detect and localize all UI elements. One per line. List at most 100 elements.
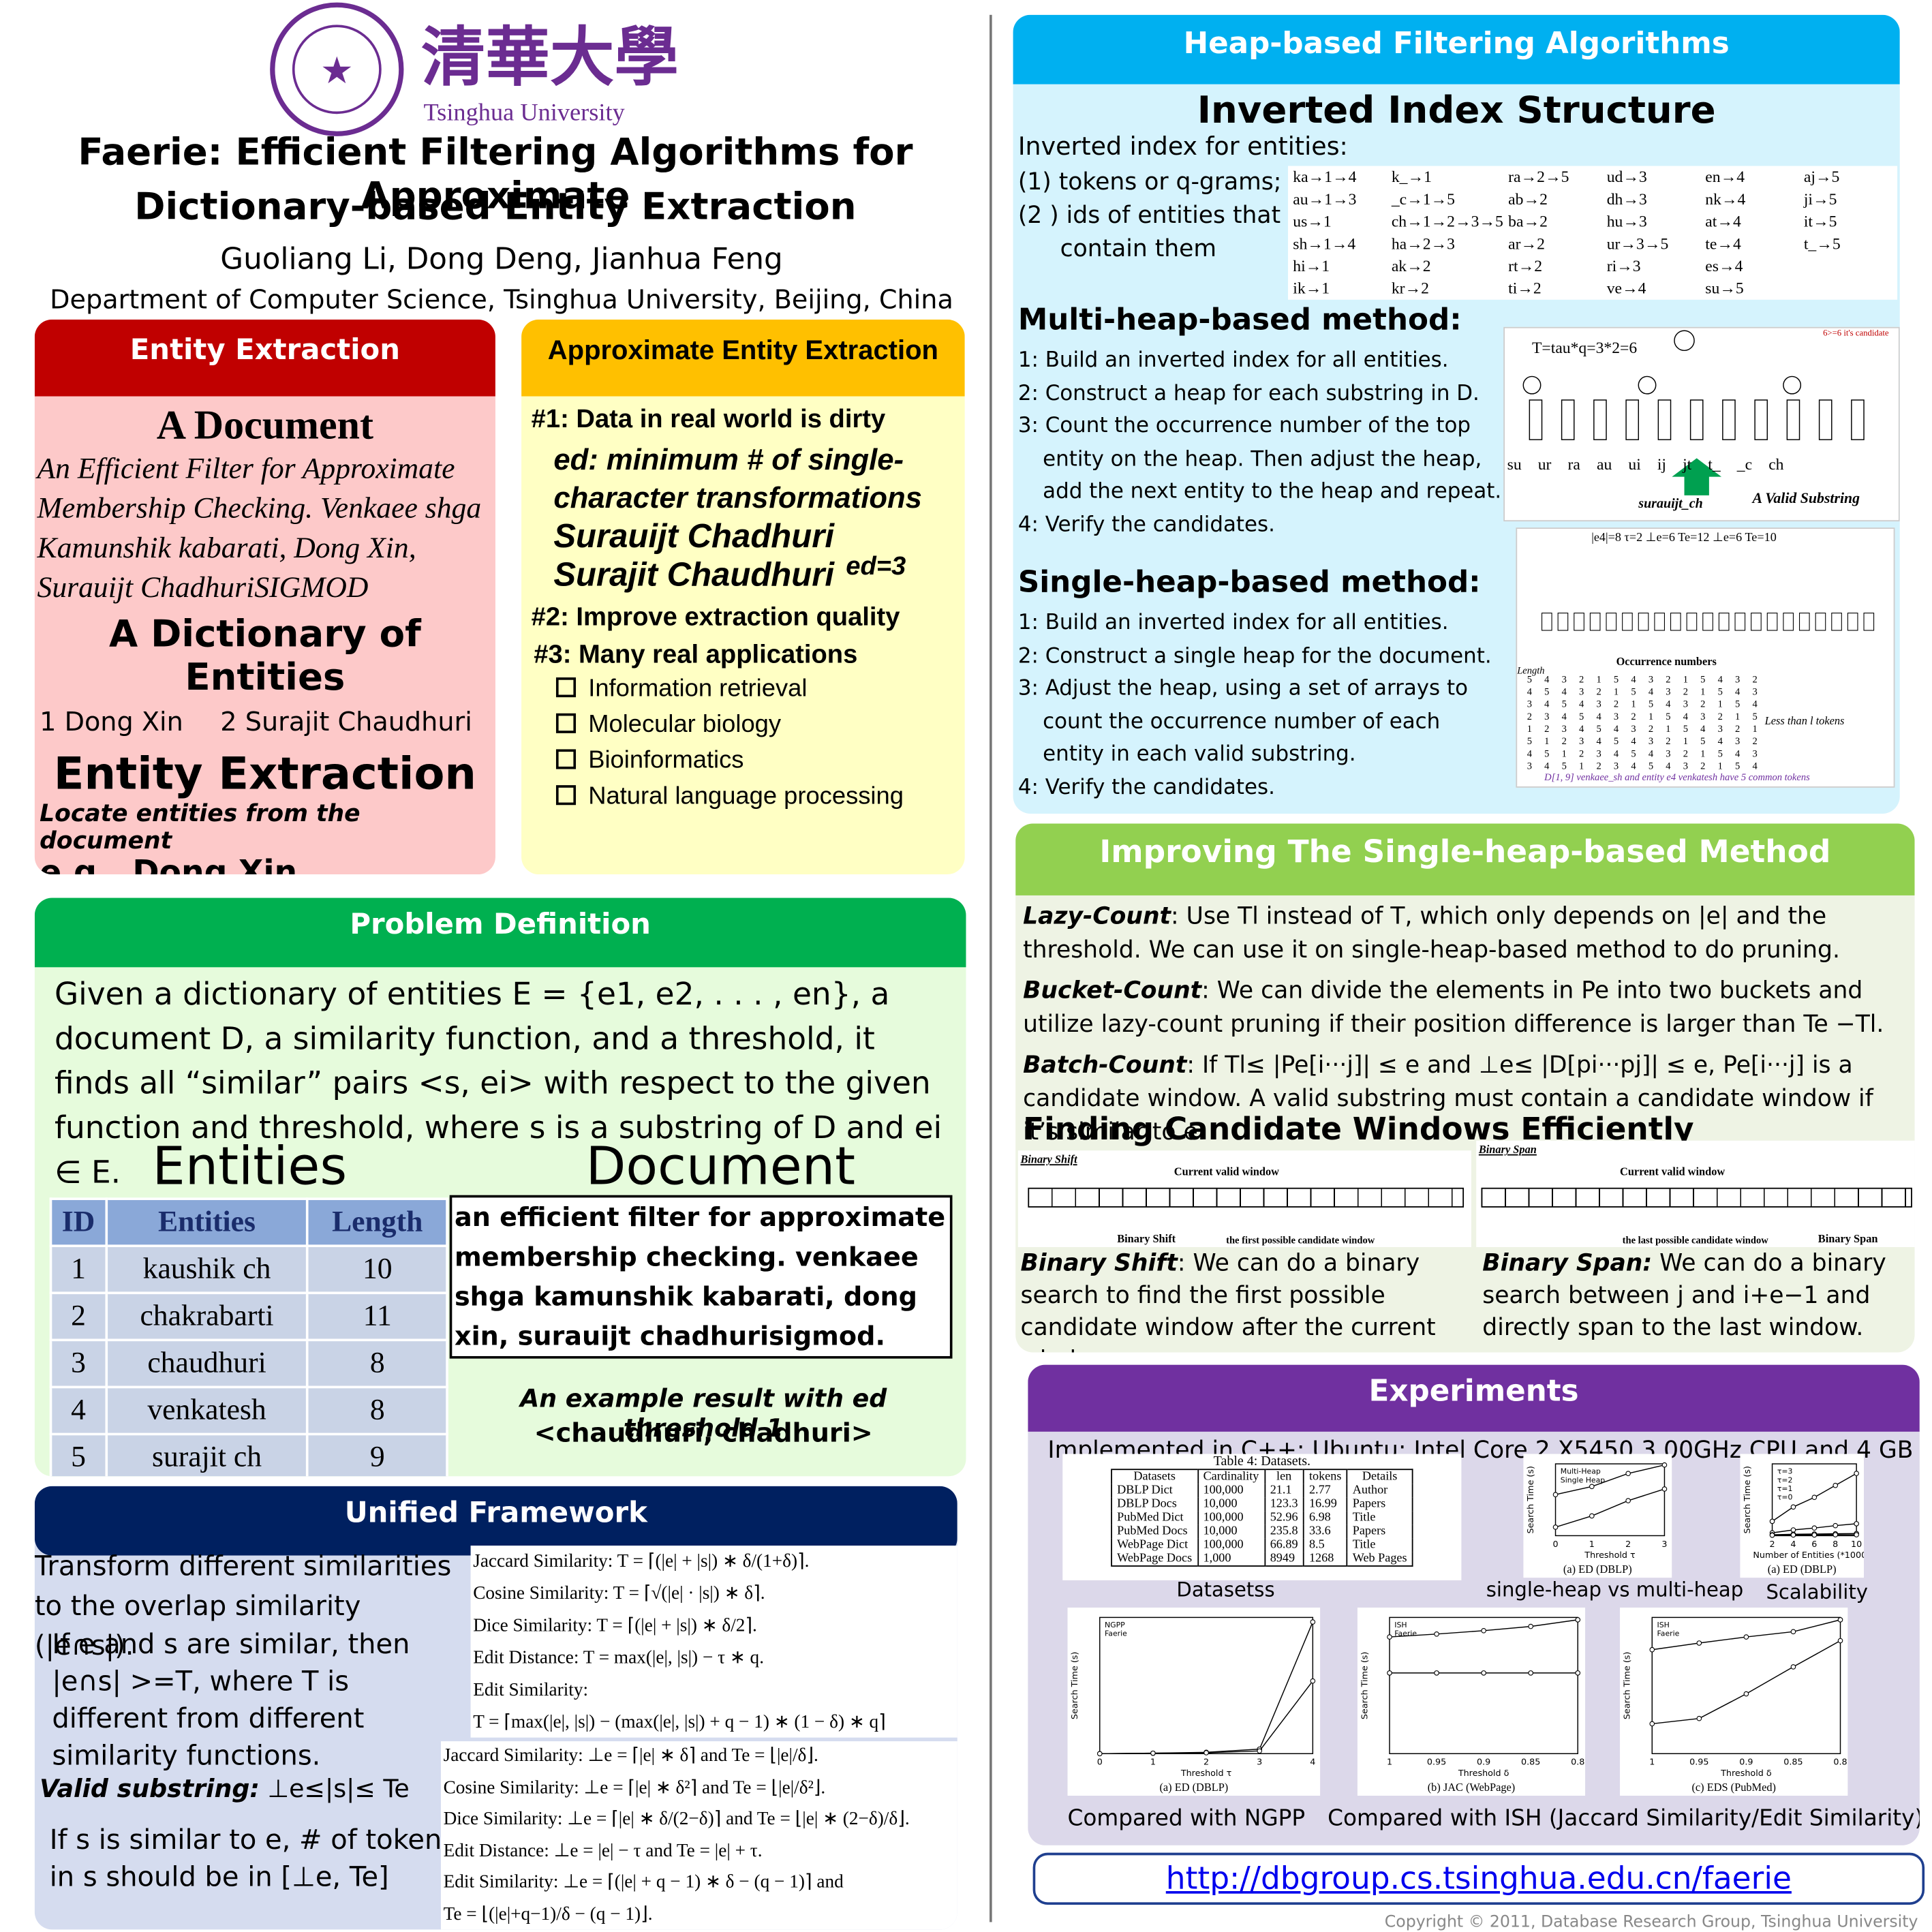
svg-text:2: 2 xyxy=(1562,736,1567,747)
svg-text:4: 4 xyxy=(1631,674,1636,685)
app-item: Natural language processing xyxy=(555,779,965,815)
svg-text:2: 2 xyxy=(1666,736,1670,747)
svg-text:1: 1 xyxy=(1579,761,1584,769)
x-tick-label: 3 xyxy=(1661,1539,1667,1549)
table-row: 5 surajit ch 9 xyxy=(49,1432,448,1477)
multi-heap-figure: T=tau*q=3*2=6 6>=6 it's candidate su ur … xyxy=(1503,326,1900,522)
inv-entry: it→5 xyxy=(1803,211,1837,231)
single-heap-figure: |e4|=8 τ=2 ⊥e=6 Te=12 ⊥e=6 Te=10 Occurre… xyxy=(1516,527,1895,788)
table-cell: 6.98 xyxy=(1302,1511,1347,1525)
caption-scalability: Scalability xyxy=(1766,1580,1868,1604)
svg-text:5: 5 xyxy=(1544,687,1549,698)
svg-text:5: 5 xyxy=(1544,748,1549,759)
entity-extraction-panel: Entity Extraction A Document An Efficien… xyxy=(34,319,495,875)
university-name: Tsinghua University xyxy=(423,99,625,127)
step: entity in each valid substring. xyxy=(1043,741,1356,767)
data-point xyxy=(1387,1634,1392,1640)
table-row: 3 chaudhuri 8 xyxy=(49,1338,448,1389)
caption-heap: single-heap vs multi-heap xyxy=(1486,1578,1744,1601)
table-cell: 100,000 xyxy=(1197,1511,1265,1525)
dict-title: A Dictionary of Entities xyxy=(108,613,421,700)
svg-text:4: 4 xyxy=(1718,674,1723,685)
svg-text:4: 4 xyxy=(1735,687,1741,698)
data-point xyxy=(1811,1494,1818,1501)
inv-entry: su→5 xyxy=(1705,278,1744,298)
legend-entry: Single Heap xyxy=(1561,1475,1606,1484)
data-point xyxy=(1769,1518,1775,1524)
single-heap-title: Single-heap-based method: xyxy=(1017,564,1481,600)
table-cell: 9 xyxy=(306,1432,448,1477)
table-cell: 16.99 xyxy=(1302,1497,1347,1512)
svg-text:2: 2 xyxy=(1527,711,1532,722)
data-point xyxy=(1575,1670,1581,1676)
doc-title: A Document xyxy=(156,403,373,448)
inv-entry: ud→3 xyxy=(1606,167,1647,186)
column-header: Length xyxy=(306,1197,448,1248)
x-tick-label: 0.8 xyxy=(1571,1757,1584,1767)
formula: Edit Similarity: xyxy=(473,1681,589,1701)
svg-text:2: 2 xyxy=(1544,724,1549,735)
x-tick-label: 4 xyxy=(1310,1757,1315,1767)
table-cell: 1 xyxy=(49,1244,108,1295)
svg-text:3: 3 xyxy=(1718,724,1723,735)
svg-text:1: 1 xyxy=(1562,748,1567,759)
data-point xyxy=(1696,1640,1702,1646)
app-item: Bioinformatics xyxy=(555,743,965,779)
table-row: PubMed Dict 100,000 52.96 6.98 Title xyxy=(1111,1511,1413,1525)
svg-text:4: 4 xyxy=(1614,748,1619,759)
data-point xyxy=(1434,1670,1439,1676)
svg-text:3: 3 xyxy=(1649,736,1653,747)
project-link[interactable]: http://dbgroup.cs.tsinghua.edu.cn/faerie xyxy=(1166,1860,1792,1897)
svg-text:3: 3 xyxy=(1735,736,1740,747)
inv-column: k_→1 _c→1→5 ch→1→2→3→5 ha→2→3 ak→2 kr→2 xyxy=(1387,166,1503,300)
data-point xyxy=(1833,1522,1839,1529)
university-logo-text: 清華大學 xyxy=(420,23,679,95)
token: ur xyxy=(1537,454,1552,474)
svg-text:1: 1 xyxy=(1596,674,1601,685)
dict-items: 1 Dong Xin 2 Surajit Chaudhuri xyxy=(35,707,495,737)
unified-framework-panel: Unified Framework Transform different si… xyxy=(34,1486,957,1930)
document-text: an efficient filter for approximate memb… xyxy=(449,1195,953,1359)
x-tick-label: 1 xyxy=(1150,1757,1156,1767)
panel-header: Problem Definition xyxy=(34,898,966,968)
data-point xyxy=(1310,1619,1316,1625)
step: 4: Verify the candidates. xyxy=(1017,512,1275,537)
data-point xyxy=(1811,1525,1818,1531)
svg-text:3: 3 xyxy=(1596,699,1601,710)
data-point xyxy=(1837,1617,1843,1623)
x-tick-label: 0.8 xyxy=(1833,1757,1847,1767)
formula: Edit Distance: ⊥e = |e| − τ and Te = |e|… xyxy=(443,1841,763,1861)
svg-text:3: 3 xyxy=(1631,724,1636,735)
x-tick-label: 1 xyxy=(1649,1757,1655,1767)
svg-text:3: 3 xyxy=(1562,724,1567,735)
svg-text:4: 4 xyxy=(1700,724,1706,735)
binary-shift-figure: Binary Shift Current valid window Binary… xyxy=(1017,1150,1471,1248)
token: ij xyxy=(1657,454,1667,474)
problem-definition-panel: Problem Definition Given a dictionary of… xyxy=(34,898,966,1477)
table-cell: venkatesh xyxy=(104,1385,309,1436)
data-point xyxy=(1833,1532,1839,1537)
unified-text-2: If e and s are similar, then |e∩s| >=T, … xyxy=(52,1629,410,1773)
table-cell: Papers xyxy=(1346,1524,1413,1539)
column-header: tokens xyxy=(1302,1469,1347,1484)
data-point xyxy=(1661,1462,1668,1468)
ed-label: ed=3 xyxy=(846,552,906,581)
binary-span-label: Binary Span: xyxy=(1482,1249,1653,1277)
x-tick-label: 0.85 xyxy=(1783,1757,1803,1767)
table-cell: 100,000 xyxy=(1197,1538,1265,1552)
inv-column: ka→1→4 au→1→3 us→1 sh→1→4 hi→1 ik→1 xyxy=(1288,166,1387,300)
data-point xyxy=(1589,1484,1595,1490)
data-point xyxy=(1552,1492,1559,1498)
step: 4: Verify the candidates. xyxy=(1017,774,1275,800)
legend-entry: τ=3 xyxy=(1777,1467,1793,1476)
legend-entry: Faerie xyxy=(1657,1629,1680,1638)
checkbox-icon xyxy=(555,785,577,806)
chart-ish-eds: 1 0.95 0.9 0.85 0.8 Threshold δ Search Time (s… xyxy=(1620,1607,1848,1796)
svg-text:1: 1 xyxy=(1752,724,1757,735)
data-point xyxy=(1203,1750,1209,1755)
panel-header: Entity Extraction xyxy=(34,319,495,397)
inv-entry: aj→5 xyxy=(1803,167,1840,186)
chart-subcaption: (a) ED (DBLP) xyxy=(1563,1563,1632,1576)
svg-text:5: 5 xyxy=(1596,724,1601,735)
inv-entry: ka→1→4 xyxy=(1293,167,1357,186)
